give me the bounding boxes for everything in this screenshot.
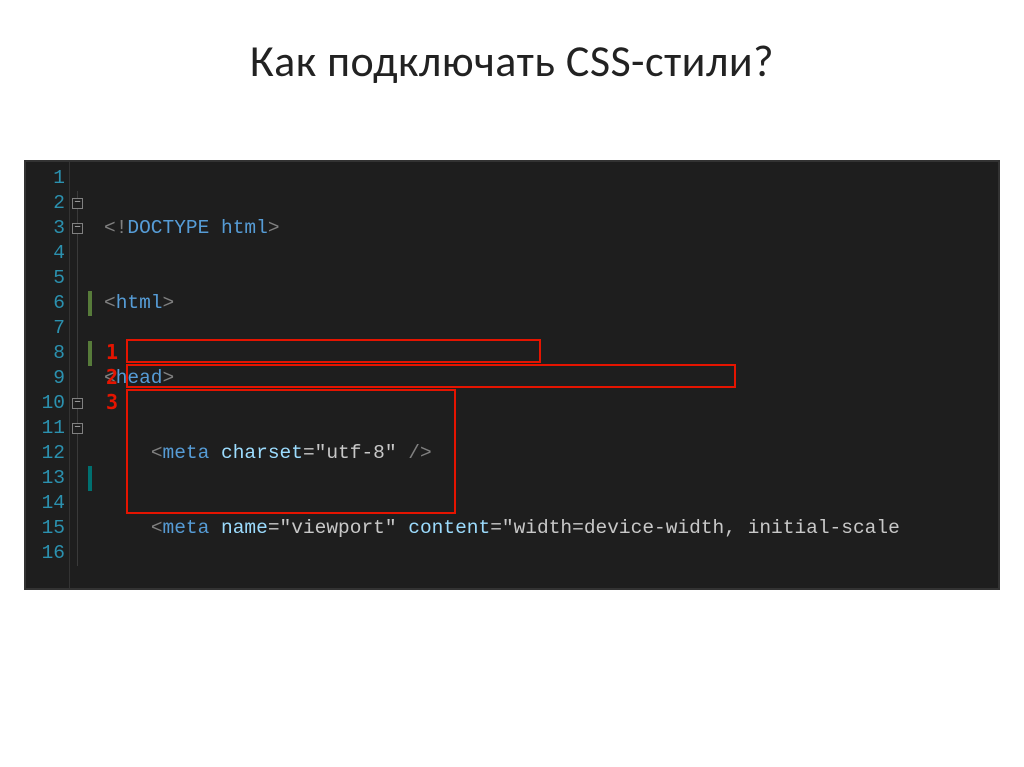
code-area[interactable]: <!DOCTYPE html> <html> <head> <meta char… xyxy=(88,162,998,588)
annotation-label-2: 2 xyxy=(106,365,118,390)
line-number: 5 xyxy=(26,266,65,291)
slide: Как подключать CSS-стили? 1 2 3 4 5 6 7 … xyxy=(0,0,1024,767)
line-number: 2 xyxy=(26,191,65,216)
code-editor: 1 2 3 4 5 6 7 8 9 10 11 12 13 14 15 16 − xyxy=(24,160,1000,590)
line-number: 1 xyxy=(26,166,65,191)
fold-gutter: − − − − xyxy=(70,162,88,588)
line-number: 9 xyxy=(26,366,65,391)
line-number: 15 xyxy=(26,516,65,541)
code-line: <!DOCTYPE html> xyxy=(104,216,998,241)
line-number: 4 xyxy=(26,241,65,266)
code-line: <html> xyxy=(104,291,998,316)
slide-title: Как подключать CSS-стили? xyxy=(0,0,1024,88)
annotation-box-3 xyxy=(126,389,456,514)
line-number: 7 xyxy=(26,316,65,341)
line-number: 8 xyxy=(26,341,65,366)
annotation-label-3: 3 xyxy=(106,390,118,415)
fold-toggle-icon[interactable]: − xyxy=(72,223,83,234)
line-number-gutter: 1 2 3 4 5 6 7 8 9 10 11 12 13 14 15 16 xyxy=(26,162,70,588)
line-number: 6 xyxy=(26,291,65,316)
fold-toggle-icon[interactable]: − xyxy=(72,198,83,209)
annotation-box-2 xyxy=(126,364,736,388)
line-number: 13 xyxy=(26,466,65,491)
annotation-box-1 xyxy=(126,339,541,363)
line-number: 10 xyxy=(26,391,65,416)
code-line: <meta name="viewport" content="width=dev… xyxy=(104,516,998,541)
line-number: 11 xyxy=(26,416,65,441)
line-number: 14 xyxy=(26,491,65,516)
line-number: 12 xyxy=(26,441,65,466)
fold-toggle-icon[interactable]: − xyxy=(72,398,83,409)
fold-toggle-icon[interactable]: − xyxy=(72,423,83,434)
line-number: 16 xyxy=(26,541,65,566)
line-number: 3 xyxy=(26,216,65,241)
annotation-label-1: 1 xyxy=(106,340,118,365)
